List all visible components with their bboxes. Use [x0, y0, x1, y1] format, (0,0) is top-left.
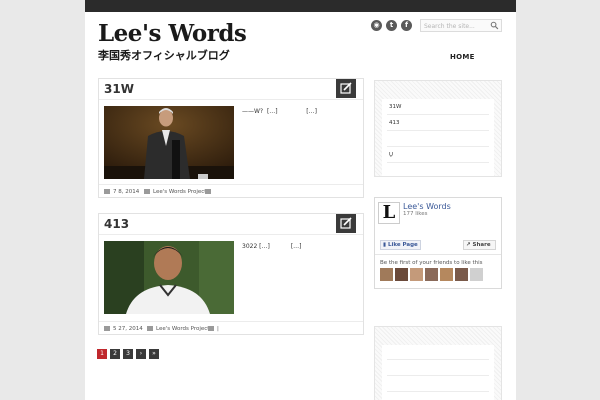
friend-avatar[interactable] — [440, 268, 453, 281]
list-divider — [387, 359, 489, 360]
search-icon[interactable] — [490, 21, 499, 30]
share-button-label: Share — [472, 242, 491, 248]
recent-posts-widget: 31W 413 Ų — [374, 80, 502, 177]
list-divider — [387, 146, 489, 147]
post-card: 413 3022 […] […] 5 27, 2014 Lee's Words … — [98, 213, 364, 335]
post-comments[interactable]: | — [208, 326, 219, 332]
calendar-icon — [104, 326, 110, 331]
post-meta: 7 8, 2014 Lee's Words Project — [99, 184, 363, 198]
facebook-friends-text: Be the first of your friends to like thi… — [380, 260, 483, 266]
top-bar — [85, 0, 516, 12]
facebook-page-widget: L Lee's Words 177 likes ▮ Like Page ↗ Sh… — [374, 197, 502, 289]
post-author[interactable]: Lee's Words Project — [144, 189, 206, 195]
post-date: 5 27, 2014 — [104, 326, 143, 332]
post-card: 31W ——W? […] […] 7 8, 2014 Lee's Words P… — [98, 78, 364, 198]
recent-posts-list: 31W 413 Ų — [382, 99, 494, 176]
user-icon — [147, 326, 153, 331]
post-thumbnail[interactable] — [104, 241, 234, 314]
friend-avatar[interactable] — [380, 268, 393, 281]
post-comments[interactable] — [205, 189, 214, 195]
post-divider — [99, 99, 363, 100]
post-excerpt-text: ——W? — [242, 108, 264, 115]
comment-icon — [205, 189, 211, 194]
twitter-icon[interactable]: t — [386, 20, 397, 31]
post-read-more[interactable]: […] — [267, 108, 278, 115]
sidebar-widget-body — [382, 345, 494, 400]
facebook-page-name[interactable]: Lee's Words — [403, 202, 451, 211]
recent-post-link[interactable]: 413 — [389, 120, 400, 126]
post-thumbnail[interactable] — [104, 106, 234, 179]
pagination-next[interactable]: › — [136, 349, 146, 359]
calendar-icon — [104, 189, 110, 194]
edit-icon[interactable] — [336, 214, 356, 233]
recent-post-link[interactable]: Ų — [389, 152, 393, 158]
post-read-more[interactable]: […] — [291, 243, 302, 250]
nav-home-link[interactable]: HOME — [450, 53, 475, 61]
site-subtitle: 李国秀オフィシャルブログ — [98, 49, 230, 62]
share-icon: ↗ — [466, 242, 471, 248]
pagination-page[interactable]: 1 — [97, 349, 107, 359]
like-button-label: Like Page — [387, 242, 418, 248]
post-title[interactable]: 31W — [104, 82, 134, 96]
facebook-icon[interactable]: f — [401, 20, 412, 31]
post-excerpt: 3022 […] […] — [242, 243, 302, 250]
facebook-like-button[interactable]: ▮ Like Page — [380, 240, 421, 250]
site-title[interactable]: Lee's Words — [98, 20, 247, 47]
post-meta: 5 27, 2014 Lee's Words Project | — [99, 321, 363, 335]
post-excerpt: ——W? […] […] — [242, 108, 317, 115]
list-divider — [387, 130, 489, 131]
facebook-share-button[interactable]: ↗ Share — [463, 240, 496, 250]
pagination-last[interactable]: » — [149, 349, 159, 359]
post-author[interactable]: Lee's Words Project — [147, 326, 209, 332]
pagination-page[interactable]: 3 — [123, 349, 133, 359]
facebook-icon: ▮ — [383, 242, 387, 248]
post-date: 7 8, 2014 — [104, 189, 139, 195]
post-title[interactable]: 413 — [104, 217, 129, 231]
list-divider — [387, 162, 489, 163]
post-comments-text[interactable]: | — [217, 326, 219, 332]
facebook-like-count: 177 likes — [403, 211, 428, 217]
friend-avatar[interactable] — [410, 268, 423, 281]
list-divider — [387, 375, 489, 376]
rss-icon[interactable]: ◉ — [371, 20, 382, 31]
sidebar-widget — [374, 326, 502, 400]
post-read-more[interactable]: […] — [306, 108, 317, 115]
search-box — [420, 19, 502, 32]
friend-avatar[interactable] — [425, 268, 438, 281]
post-author-text[interactable]: Lee's Words Project — [156, 326, 209, 332]
post-excerpt-text: 3022 […] — [242, 243, 270, 250]
list-divider — [387, 114, 489, 115]
user-icon — [144, 189, 150, 194]
post-divider — [99, 234, 363, 235]
pagination-page[interactable]: 2 — [110, 349, 120, 359]
post-author-text[interactable]: Lee's Words Project — [153, 189, 206, 195]
recent-post-link[interactable]: 31W — [389, 104, 401, 110]
edit-icon[interactable] — [336, 79, 356, 98]
friend-avatar[interactable] — [470, 268, 483, 281]
facebook-page-avatar[interactable]: L — [378, 202, 400, 224]
search-input[interactable] — [424, 21, 488, 31]
list-divider — [387, 391, 489, 392]
post-date-text: 7 8, 2014 — [113, 189, 140, 195]
page-container: Lee's Words 李国秀オフィシャルブログ ◉ t f HOME 31W — [85, 0, 516, 400]
friend-avatar[interactable] — [395, 268, 408, 281]
post-date-text: 5 27, 2014 — [113, 326, 143, 332]
friend-avatar[interactable] — [455, 268, 468, 281]
divider — [375, 254, 501, 255]
comment-icon — [208, 326, 214, 331]
